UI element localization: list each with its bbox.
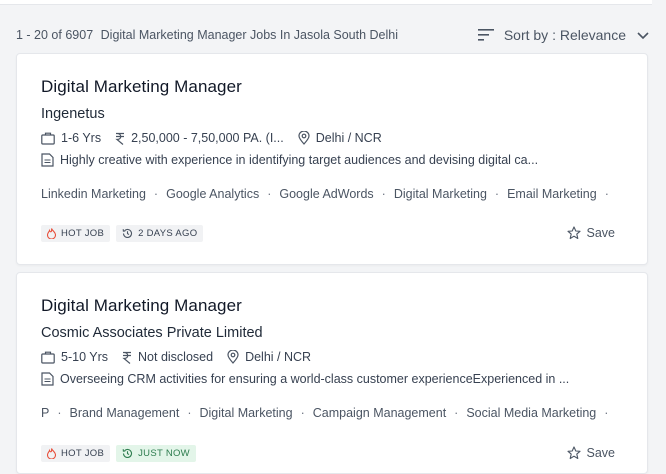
location-value: Delhi / NCR [245,350,312,364]
flame-icon [47,228,56,239]
skill-tag: Email Marketing [507,187,597,201]
briefcase-icon [41,132,55,145]
skill-tag: Digital Marketing [199,406,293,420]
history-clock-icon [122,228,133,238]
history-clock-icon [122,448,133,458]
skill-separator: · [153,187,159,201]
hot-job-badge: HOT JOB [41,445,111,462]
location-pin-icon [227,350,239,364]
rupee-icon [122,351,132,364]
skill-tag: Linkedin Marketing [41,187,146,201]
briefcase-icon [41,351,55,364]
company-name[interactable]: Cosmic Associates Private Limited [41,325,263,341]
hot-job-label: HOT JOB [61,228,105,239]
skill-tag: Campaign Management [312,406,447,420]
salary-value: 2,50,000 - 7,50,000 PA. (I... [131,131,284,145]
location-pin-icon [298,131,310,145]
job-card[interactable]: Digital Marketing Manager Ingenetus 1-6 … [16,53,648,265]
skill-separator: · [454,406,459,420]
location: Delhi / NCR [227,350,311,364]
skill-separator: · [381,187,386,201]
location: Delhi / NCR [298,131,382,145]
hot-job-badge: HOT JOB [41,225,111,242]
posted-badge: JUST NOW [116,445,196,462]
posted-badge: 2 DAYS AGO [116,225,204,242]
skill-tag: Google AdWords [279,187,374,201]
chevron-down-icon [637,32,649,40]
hot-job-label: HOT JOB [61,448,105,459]
location-value: Delhi / NCR [315,131,382,145]
job-description: Highly creative with experience in ident… [41,153,538,167]
results-query: Digital Marketing Manager Jobs In Jasola… [100,28,399,42]
skill-separator: · [494,187,500,201]
sort-lines-icon [477,29,494,41]
document-icon [41,372,54,386]
document-icon [41,153,54,167]
sort-label: Sort by : Relevance [503,27,626,43]
star-outline-icon [566,446,581,460]
job-description: Overseeing CRM activities for ensuring a… [41,372,569,386]
star-outline-icon [566,226,581,240]
description-text: Highly creative with experience in ident… [60,153,539,167]
posted-label: 2 DAYS AGO [138,228,198,239]
skill-separator: · [57,406,62,420]
results-range: 1 - 20 of 6907 [16,28,94,42]
experience-value: 5-10 Yrs [61,350,109,364]
job-title[interactable]: Digital Marketing Manager [41,296,242,316]
skill-tag: Social Media Marketing [466,406,597,420]
skills-list: P · Brand Management · Digital Marketing · … [41,406,616,420]
skill-tag: Brand Management [69,406,180,420]
job-tags: HOT JOB JUST NOW [41,445,202,462]
results-count: 1 - 20 of 6907 Digital Marketing Manager… [16,28,398,42]
job-meta: 5-10 Yrs Not disclosed Delhi / NCR [41,349,325,365]
skills-list: Linkedin Marketing · Google Analytics · Go… [41,187,617,201]
experience: 1-6 Yrs [41,131,101,145]
save-button[interactable]: Save [566,446,616,460]
top-strip [0,0,652,5]
salary: 2,50,000 - 7,50,000 PA. (I... [115,131,284,145]
skill-separator: · [604,406,609,420]
skill-tag: Google Analytics [166,187,260,201]
skill-separator: · [187,406,192,420]
salary-value: Not disclosed [138,350,214,364]
job-tags: HOT JOB 2 DAYS AGO [41,225,209,242]
job-card[interactable]: Digital Marketing Manager Cosmic Associa… [16,272,648,474]
description-text: Overseeing CRM activities for ensuring a… [60,372,570,386]
job-meta: 1-6 Yrs 2,50,000 - 7,50,000 PA. (I... De… [41,130,396,146]
salary: Not disclosed [122,350,213,364]
company-name[interactable]: Ingenetus [41,106,105,122]
sort-dropdown[interactable]: Sort by : Relevance [477,27,650,43]
skill-separator: · [604,187,609,201]
skill-separator: · [267,187,272,201]
experience: 5-10 Yrs [41,350,108,364]
save-label: Save [586,226,616,240]
experience-value: 1-6 Yrs [61,131,102,145]
results-header: 1 - 20 of 6907 Digital Marketing Manager… [16,24,650,46]
flame-icon [47,448,56,459]
posted-label: JUST NOW [138,448,190,459]
rupee-icon [115,132,125,145]
skill-tag: P [41,406,50,420]
skill-tag: Digital Marketing [393,187,487,201]
save-button[interactable]: Save [566,226,616,240]
save-label: Save [586,446,616,460]
skill-separator: · [300,406,305,420]
job-title[interactable]: Digital Marketing Manager [41,77,242,97]
